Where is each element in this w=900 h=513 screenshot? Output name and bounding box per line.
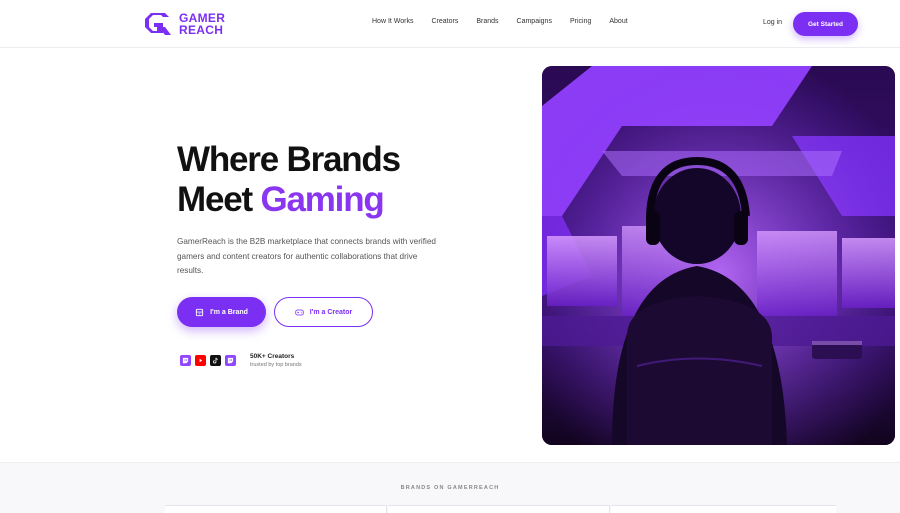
headline-line2: Meet (177, 180, 261, 219)
building-icon (195, 308, 204, 316)
brand-card (611, 505, 836, 513)
im-a-creator-button[interactable]: I'm a Creator (274, 297, 373, 327)
brand-card (388, 505, 610, 513)
nav-how-it-works[interactable]: How It Works (372, 18, 414, 25)
im-a-brand-label: I'm a Brand (210, 308, 248, 316)
creators-stat: 50K+ Creators trusted by top brands (250, 353, 302, 368)
headline-line1: Where Brands (177, 140, 401, 179)
twitch-icon (225, 355, 236, 366)
stat-subtitle: trusted by top brands (250, 362, 302, 368)
im-a-creator-label: I'm a Creator (309, 308, 353, 316)
nav-brands[interactable]: Brands (476, 18, 498, 25)
nav-campaigns[interactable]: Campaigns (517, 18, 552, 25)
main-nav: How It Works Creators Brands Campaigns P… (372, 18, 646, 25)
nav-creators[interactable]: Creators (432, 18, 459, 25)
stat-title: 50K+ Creators (250, 353, 295, 360)
login-link[interactable]: Log in (763, 19, 782, 26)
brand-card (165, 505, 387, 513)
nav-pricing[interactable]: Pricing (570, 18, 591, 25)
hero-gamer-image (542, 66, 895, 445)
tiktok-icon (210, 355, 221, 366)
gamepad-icon (295, 309, 304, 315)
logo-text-line2: REACH (179, 23, 224, 37)
brands-section-label: BRANDS ON GAMERREACH (400, 485, 500, 491)
youtube-icon (195, 355, 206, 366)
logo[interactable]: GAMER REACH (144, 10, 225, 38)
gamerreach-logo-icon (145, 13, 171, 35)
im-a-brand-button[interactable]: I'm a Brand (177, 297, 266, 327)
get-started-button[interactable]: Get Started (793, 12, 858, 36)
top-navbar: GAMER REACH How It Works Creators Brands… (0, 0, 900, 48)
headline-accent: Gaming (260, 180, 384, 219)
hero-description: GamerReach is the B2B marketplace that c… (177, 237, 436, 275)
twitch-icon (180, 355, 191, 366)
nav-about[interactable]: About (609, 18, 627, 25)
hero-headline: Where Brands Meet Gaming (177, 140, 401, 220)
platform-icons (180, 355, 236, 366)
